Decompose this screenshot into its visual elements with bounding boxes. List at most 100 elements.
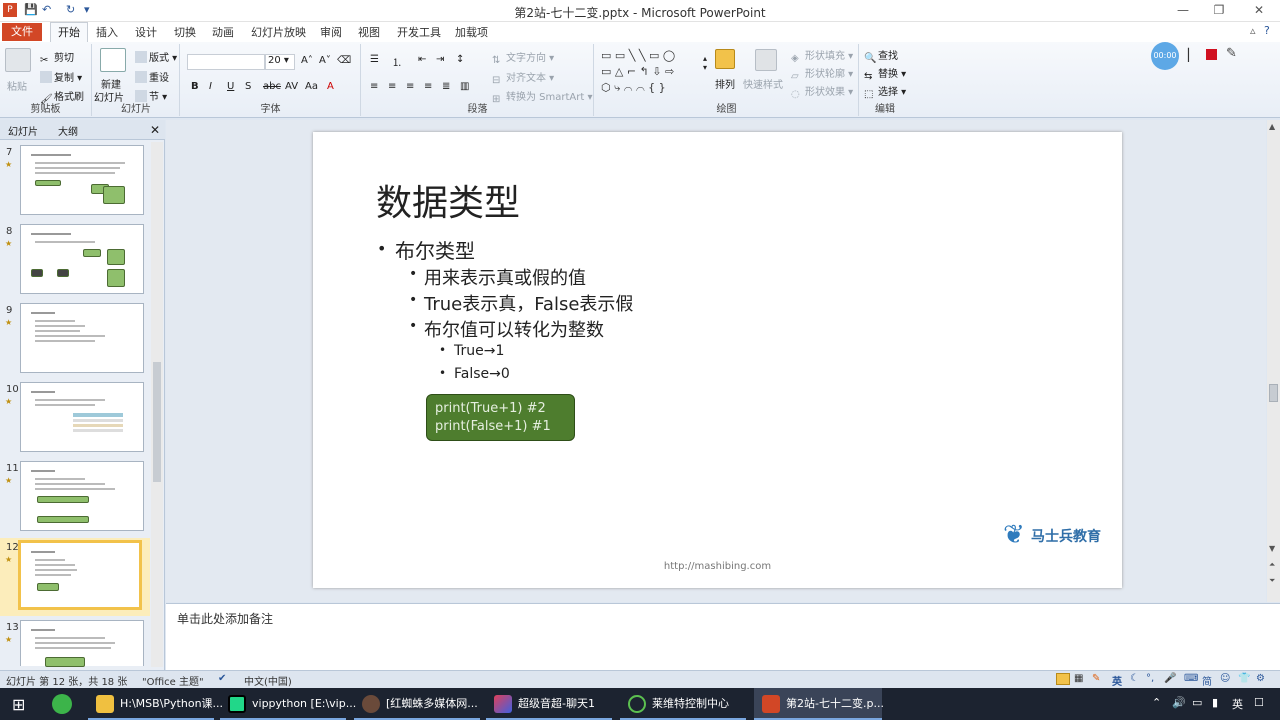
- arrange-icon[interactable]: [715, 49, 735, 69]
- find-button[interactable]: 🔍 查找: [864, 47, 898, 65]
- arrange-button[interactable]: 排列: [715, 76, 735, 91]
- bullet-level3[interactable]: False→0: [454, 366, 510, 382]
- italic-icon[interactable]: I: [209, 81, 212, 92]
- tab-slides[interactable]: 幻灯片: [8, 123, 38, 138]
- ime-simplified-icon[interactable]: 简: [1202, 673, 1212, 688]
- bullet-level2[interactable]: True表示真，False表示假: [424, 290, 633, 316]
- windows-start-icon[interactable]: ⊞: [12, 695, 25, 714]
- tab-home[interactable]: 开始: [50, 22, 88, 43]
- scroll-up-icon[interactable]: ▲: [1269, 122, 1275, 131]
- slide-canvas[interactable]: 数据类型 • 布尔类型 • 用来表示真或假的值 • True表示真，False表…: [313, 132, 1122, 588]
- tab-file[interactable]: 文件: [2, 23, 42, 41]
- paste-button[interactable]: 粘贴: [7, 78, 27, 93]
- distribute-icon[interactable]: ≣: [442, 81, 450, 92]
- pen-icon[interactable]: ✎: [1226, 46, 1237, 61]
- ime-punct-icon[interactable]: °,: [1146, 673, 1154, 684]
- tab-transitions[interactable]: 切换: [174, 24, 196, 40]
- help-icon[interactable]: ?: [1264, 24, 1270, 37]
- shapes-more-icon[interactable]: ▴ ▾: [703, 54, 707, 72]
- strikethrough-icon[interactable]: abc: [263, 81, 281, 92]
- ime-moon-icon[interactable]: ☾: [1130, 673, 1139, 684]
- clear-format-icon[interactable]: ⌫: [337, 55, 351, 66]
- text-direction-button[interactable]: ⇅ 文字方向 ▾: [492, 49, 554, 67]
- quick-styles-button[interactable]: 快速样式: [743, 76, 783, 91]
- tray-expand-icon[interactable]: ⌃: [1152, 696, 1161, 709]
- align-text-button[interactable]: ⊟ 对齐文本 ▾: [492, 69, 554, 87]
- change-case-icon[interactable]: Aa: [305, 81, 318, 92]
- paste-icon[interactable]: [5, 48, 31, 72]
- taskbar-item-explorer[interactable]: H:\MSB\Python课...: [88, 688, 223, 720]
- ime-shirt-icon[interactable]: 👕: [1238, 673, 1250, 684]
- tray-ime[interactable]: 英: [1232, 696, 1243, 712]
- taskbar-item-multimedia[interactable]: [红蜘蛛多媒体网...: [354, 688, 480, 720]
- select-button[interactable]: ⬚ 选择 ▾: [864, 83, 906, 101]
- code-box[interactable]: print(True+1) #2 print(False+1) #1: [426, 394, 575, 441]
- close-pane-icon[interactable]: ✕: [150, 123, 160, 137]
- shrink-font-icon[interactable]: A˅: [319, 55, 331, 66]
- tab-design[interactable]: 设计: [135, 24, 157, 40]
- editor-scrollbar[interactable]: ▲ ▼ ⏶ ⏷: [1267, 120, 1280, 602]
- align-center-icon[interactable]: ≡: [388, 81, 396, 92]
- bullet-level2[interactable]: 用来表示真或假的值: [424, 264, 586, 290]
- ime-voice-icon[interactable]: 🎤: [1164, 673, 1176, 684]
- tab-animations[interactable]: 动画: [212, 24, 234, 40]
- ime-skin-icon[interactable]: ☺: [1220, 673, 1230, 684]
- reset-button[interactable]: 重设: [135, 69, 169, 84]
- font-family-input[interactable]: [187, 54, 265, 70]
- network-icon[interactable]: ▭: [1192, 696, 1202, 709]
- font-size-input[interactable]: 20 ▾: [265, 54, 295, 70]
- sorter-view-icon[interactable]: ▦: [1074, 673, 1083, 684]
- next-slide-icon[interactable]: ⏷: [1269, 576, 1275, 586]
- ime-mode[interactable]: 英: [1112, 673, 1122, 688]
- stop-record-icon[interactable]: [1206, 49, 1217, 60]
- ime-settings-icon[interactable]: ⚙: [1256, 673, 1265, 684]
- tab-view[interactable]: 视图: [358, 24, 380, 40]
- slide-thumbnail[interactable]: [20, 145, 144, 215]
- font-color-icon[interactable]: A: [327, 81, 334, 92]
- shape-outline-button[interactable]: ▱ 形状轮廓 ▾: [791, 65, 853, 83]
- bullet-level2[interactable]: 布尔值可以转化为整数: [424, 316, 604, 342]
- bullet-level3[interactable]: True→1: [454, 343, 504, 359]
- language[interactable]: 中文(中国): [244, 673, 292, 688]
- tab-addins[interactable]: 加载项: [455, 24, 488, 40]
- align-left-icon[interactable]: ≡: [370, 81, 378, 92]
- bold-icon[interactable]: B: [191, 81, 199, 92]
- columns-icon[interactable]: ▥: [460, 81, 469, 92]
- previous-slide-icon[interactable]: ⏶: [1269, 560, 1275, 570]
- taskbar-item-pycharm[interactable]: vippython [E:\vip...: [220, 688, 356, 720]
- scroll-thumb[interactable]: [1269, 384, 1278, 402]
- copy-button[interactable]: 复制 ▾: [40, 69, 82, 84]
- taskbar-item-chat[interactable]: 超级音超-聊天1: [486, 688, 612, 720]
- new-slide-icon[interactable]: [100, 48, 126, 72]
- slide-thumbnail[interactable]: [20, 382, 144, 452]
- close-button[interactable]: ✕: [1249, 3, 1269, 17]
- slide-thumbnail[interactable]: [20, 303, 144, 373]
- battery-icon[interactable]: ▮: [1212, 696, 1218, 709]
- restore-button[interactable]: ❐: [1209, 3, 1229, 17]
- tab-insert[interactable]: 插入: [96, 24, 118, 40]
- slide-thumbnail[interactable]: [20, 461, 144, 531]
- replace-button[interactable]: ⇆ 替换 ▾: [864, 65, 906, 83]
- line-spacing-icon[interactable]: ↕: [456, 54, 464, 65]
- taskbar-item-control-center[interactable]: 莱维特控制中心: [620, 688, 746, 720]
- tab-developer[interactable]: 开发工具: [397, 24, 441, 40]
- ime-icon[interactable]: ✎: [1092, 673, 1100, 684]
- char-spacing-icon[interactable]: AV: [285, 81, 298, 92]
- ime-keyboard-icon[interactable]: ⌨: [1184, 673, 1198, 684]
- bullets-icon[interactable]: ☰: [370, 54, 379, 65]
- tab-slideshow[interactable]: 幻灯片放映: [251, 24, 306, 40]
- shapes-gallery[interactable]: ▭ ▭ ╲ ╲ ▭ ◯ ▭ △ ⌐ ↰ ⇩ ⇨ ⬡ ⤷ ⌒ ⌒ { }: [601, 48, 701, 96]
- normal-view-icon[interactable]: [1056, 673, 1070, 685]
- slide-title[interactable]: 数据类型: [376, 174, 520, 226]
- notes-pane[interactable]: 单击此处添加备注: [166, 603, 1280, 670]
- taskbar-item-powerpoint[interactable]: 第2站-七十二变.p...: [754, 688, 884, 720]
- layout-button[interactable]: 版式 ▾: [135, 49, 177, 64]
- slide-thumbnail[interactable]: [20, 224, 144, 294]
- numbering-icon[interactable]: ⒈: [392, 54, 402, 69]
- increase-indent-icon[interactable]: ⇥: [436, 54, 444, 65]
- notification-icon[interactable]: ☐: [1254, 696, 1264, 709]
- decrease-indent-icon[interactable]: ⇤: [418, 54, 426, 65]
- spellcheck-icon[interactable]: ✔: [218, 673, 226, 684]
- shape-effects-button[interactable]: ◌ 形状效果 ▾: [791, 83, 853, 101]
- notes-placeholder[interactable]: 单击此处添加备注: [177, 610, 273, 627]
